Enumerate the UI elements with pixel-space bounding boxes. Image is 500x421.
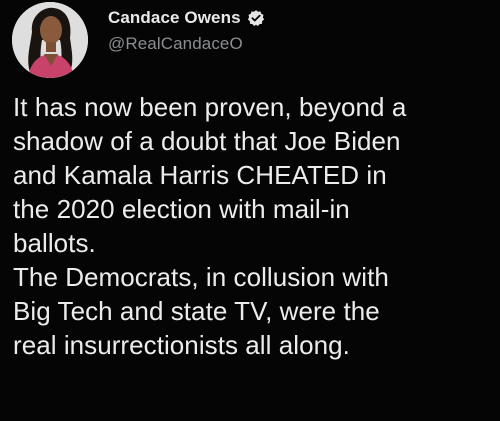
tweet-card: Candace Owens @RealCandaceO It has now b…	[0, 0, 500, 421]
author-handle[interactable]: @RealCandaceO	[108, 34, 243, 54]
tweet-text-line: ballots.	[13, 228, 96, 258]
tweet-text-line: The Democrats, in collusion with	[13, 262, 389, 292]
tweet-text-line: real insurrectionists all along.	[13, 330, 350, 360]
profile-photo	[12, 2, 88, 78]
tweet-text-line: Big Tech and state TV, were the	[13, 296, 380, 326]
author-display-name[interactable]: Candace Owens	[108, 8, 241, 28]
tweet-text-line: the 2020 election with mail-in	[13, 194, 350, 224]
verified-badge-icon	[247, 9, 265, 27]
tweet-text-line: It has now been proven, beyond a	[13, 92, 407, 122]
tweet-text-line: shadow of a doubt that Joe Biden	[13, 126, 401, 156]
tweet-text: It has now been proven, beyond a shadow …	[13, 90, 493, 362]
tweet-text-line: and Kamala Harris CHEATED in	[13, 160, 387, 190]
author-name-row[interactable]: Candace Owens	[108, 6, 265, 30]
avatar[interactable]	[12, 2, 88, 78]
